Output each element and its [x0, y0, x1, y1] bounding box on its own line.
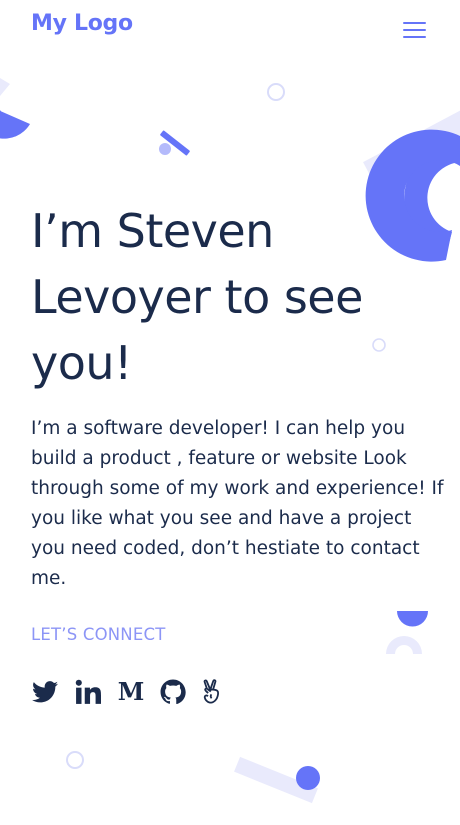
- lets-connect-link[interactable]: LET’S CONNECT: [31, 625, 165, 644]
- deco-pale-stripe-tl: [0, 78, 10, 96]
- deco-arch: [386, 636, 422, 654]
- site-header: My Logo: [0, 0, 460, 60]
- logo[interactable]: My Logo: [31, 11, 133, 36]
- medium-icon[interactable]: M: [116, 676, 146, 708]
- deco-ring-top: [267, 83, 285, 101]
- linkedin-icon[interactable]: [73, 676, 103, 708]
- deco-dot-bottom: [296, 766, 320, 790]
- decorative-shapes: [0, 78, 460, 804]
- hero-title: I’m Steven Levoyer to see you!: [31, 204, 363, 390]
- deco-ring-bottom: [66, 751, 84, 769]
- twitter-icon[interactable]: [30, 676, 60, 708]
- angellist-icon[interactable]: [197, 676, 227, 708]
- github-icon[interactable]: [158, 676, 188, 708]
- deco-dot: [159, 143, 171, 155]
- deco-half-disc-right: [397, 611, 428, 627]
- hero-description: I’m a software developer! I can help you…: [31, 418, 444, 589]
- deco-half-disc: [0, 110, 30, 139]
- hamburger-menu-icon[interactable]: [400, 18, 430, 42]
